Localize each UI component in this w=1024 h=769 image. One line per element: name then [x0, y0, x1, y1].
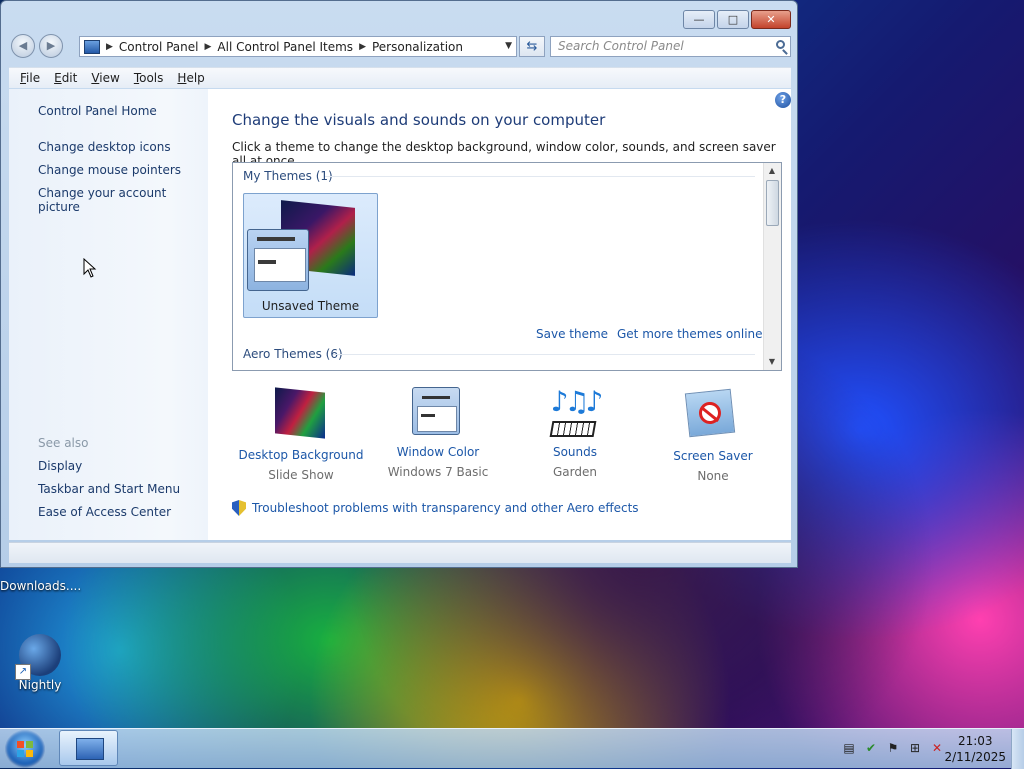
- window-color-icon: [412, 387, 464, 439]
- troubleshoot-label[interactable]: Troubleshoot problems with transparency …: [252, 501, 639, 515]
- menu-file[interactable]: File: [20, 71, 40, 85]
- close-button[interactable]: ✕: [751, 10, 791, 29]
- desktop-icon-label: Nightly: [18, 678, 62, 692]
- preview-window-body: [254, 248, 306, 282]
- scroll-up-icon[interactable]: ▲: [764, 163, 780, 179]
- divider: [325, 176, 755, 177]
- clipboard-icon[interactable]: ▤: [842, 741, 856, 755]
- breadcrumb-separator-icon[interactable]: ▶: [106, 42, 113, 52]
- my-themes-header[interactable]: My Themes (1): [243, 169, 333, 183]
- control-panel-home-link[interactable]: Control Panel Home: [38, 104, 157, 118]
- system-tray: ▤ ✔ ⚑ ⊞ ✕: [842, 741, 944, 755]
- mouse-cursor-icon: [83, 258, 97, 278]
- scroll-down-icon[interactable]: ▼: [764, 354, 780, 370]
- display-link[interactable]: Display: [38, 459, 82, 473]
- window-color-option[interactable]: Window Color Windows 7 Basic: [368, 387, 508, 479]
- breadcrumb-separator-icon[interactable]: ▶: [359, 42, 366, 52]
- page-title: Change the visuals and sounds on your co…: [232, 111, 606, 129]
- see-also-label: See also: [38, 436, 89, 450]
- scroll-thumb[interactable]: [766, 180, 779, 226]
- get-more-themes-link[interactable]: Get more themes online: [617, 327, 763, 341]
- themes-scrollbar[interactable]: ▲ ▼: [763, 163, 781, 370]
- screen-saver-icon: [684, 388, 739, 443]
- search-placeholder: Search Control Panel: [558, 39, 684, 53]
- desktop-background-option[interactable]: Desktop Background Slide Show: [231, 387, 371, 482]
- theme-window-preview: [247, 229, 309, 291]
- menu-tools[interactable]: Tools: [134, 71, 164, 85]
- menu-edit[interactable]: Edit: [54, 71, 77, 85]
- control-panel-icon: [76, 738, 104, 760]
- maximize-button[interactable]: □: [717, 10, 749, 29]
- desktop-background-icon: [275, 387, 327, 442]
- search-icon[interactable]: [776, 40, 785, 49]
- option-label[interactable]: Sounds: [505, 445, 645, 459]
- change-mouse-pointers-link[interactable]: Change mouse pointers: [38, 163, 181, 177]
- navigation-bar: ◀ ▶ ▶ Control Panel ▶ All Control Panel …: [9, 34, 791, 60]
- breadcrumb-control-panel[interactable]: Control Panel: [119, 40, 199, 54]
- clock-time: 21:03: [957, 734, 993, 748]
- search-input[interactable]: Search Control Panel: [550, 36, 791, 57]
- sounds-option[interactable]: ♪♫♪ Sounds Garden: [505, 387, 645, 479]
- left-pane: Control Panel Home Change desktop icons …: [9, 89, 208, 540]
- breadcrumb-separator-icon[interactable]: ▶: [205, 42, 212, 52]
- ease-of-access-link[interactable]: Ease of Access Center: [38, 505, 171, 519]
- desktop-icon-nightly[interactable]: ↗ Nightly: [0, 634, 80, 692]
- action-center-flag-icon[interactable]: ⚑: [886, 741, 900, 755]
- option-label[interactable]: Desktop Background: [231, 448, 371, 462]
- address-bar[interactable]: ▶ Control Panel ▶ All Control Panel Item…: [79, 36, 517, 57]
- menu-view[interactable]: View: [91, 71, 119, 85]
- clock[interactable]: 21:03 2/11/2025: [944, 733, 1006, 765]
- breadcrumb-personalization[interactable]: Personalization: [372, 40, 463, 54]
- breadcrumb-all-items[interactable]: All Control Panel Items: [217, 40, 353, 54]
- shield-icon: [232, 500, 246, 516]
- themes-list: My Themes (1) Unsaved Theme Save theme G…: [232, 162, 782, 371]
- network-icon[interactable]: ⊞: [908, 741, 922, 755]
- show-desktop-button[interactable]: [1011, 729, 1024, 769]
- preview-titlebar: [257, 237, 295, 241]
- option-value: Garden: [553, 465, 597, 479]
- control-panel-icon: [84, 39, 100, 54]
- shortcut-arrow-icon: ↗: [15, 664, 31, 680]
- taskbar: ▤ ✔ ⚑ ⊞ ✕ 21:03 2/11/2025: [0, 728, 1024, 769]
- troubleshoot-link[interactable]: Troubleshoot problems with transparency …: [232, 500, 639, 516]
- divider: [333, 354, 755, 355]
- start-button[interactable]: [5, 730, 45, 768]
- minimize-button[interactable]: —: [683, 10, 715, 29]
- desktop-icon-downloads[interactable]: Downloads....: [0, 577, 82, 593]
- option-label[interactable]: Window Color: [368, 445, 508, 459]
- caption-buttons: — □ ✕: [683, 10, 791, 29]
- preview-content-bar: [258, 260, 276, 264]
- help-icon[interactable]: ?: [775, 92, 791, 108]
- save-theme-link[interactable]: Save theme: [536, 327, 608, 341]
- menu-help[interactable]: Help: [177, 71, 204, 85]
- clock-date: 2/11/2025: [944, 750, 1006, 764]
- option-value: None: [697, 469, 729, 483]
- taskbar-button-control-panel[interactable]: [59, 730, 118, 766]
- aero-themes-header[interactable]: Aero Themes (6): [243, 347, 343, 361]
- windows-logo-icon: [17, 741, 33, 757]
- status-bar: [9, 542, 791, 563]
- nightly-globe-icon: ↗: [15, 634, 61, 680]
- change-account-picture-link[interactable]: Change your account picture: [38, 186, 208, 214]
- theme-tile-unsaved[interactable]: Unsaved Theme: [243, 193, 378, 318]
- client-area: Control Panel Home Change desktop icons …: [9, 89, 791, 540]
- forward-button[interactable]: ▶: [39, 34, 63, 58]
- volume-muted-icon[interactable]: ✕: [930, 741, 944, 755]
- option-value: Windows 7 Basic: [387, 465, 489, 479]
- screen-saver-option[interactable]: Screen Saver None: [643, 387, 783, 483]
- option-value: Slide Show: [268, 468, 334, 482]
- change-desktop-icons-link[interactable]: Change desktop icons: [38, 140, 171, 154]
- desktop-icon-label: Downloads....: [0, 579, 82, 593]
- security-shield-icon[interactable]: ✔: [864, 741, 878, 755]
- personalization-window: — □ ✕ ◀ ▶ ▶ Control Panel ▶ All Control …: [0, 0, 798, 568]
- back-button[interactable]: ◀: [11, 34, 35, 58]
- taskbar-start-menu-link[interactable]: Taskbar and Start Menu: [38, 482, 180, 496]
- option-label[interactable]: Screen Saver: [643, 449, 783, 463]
- menu-bar: File Edit View Tools Help: [9, 67, 791, 88]
- sounds-icon: ♪♫♪: [549, 387, 603, 439]
- address-dropdown-icon[interactable]: ▼: [505, 41, 512, 51]
- refresh-button[interactable]: ⇆: [519, 36, 545, 57]
- theme-name: Unsaved Theme: [261, 299, 360, 313]
